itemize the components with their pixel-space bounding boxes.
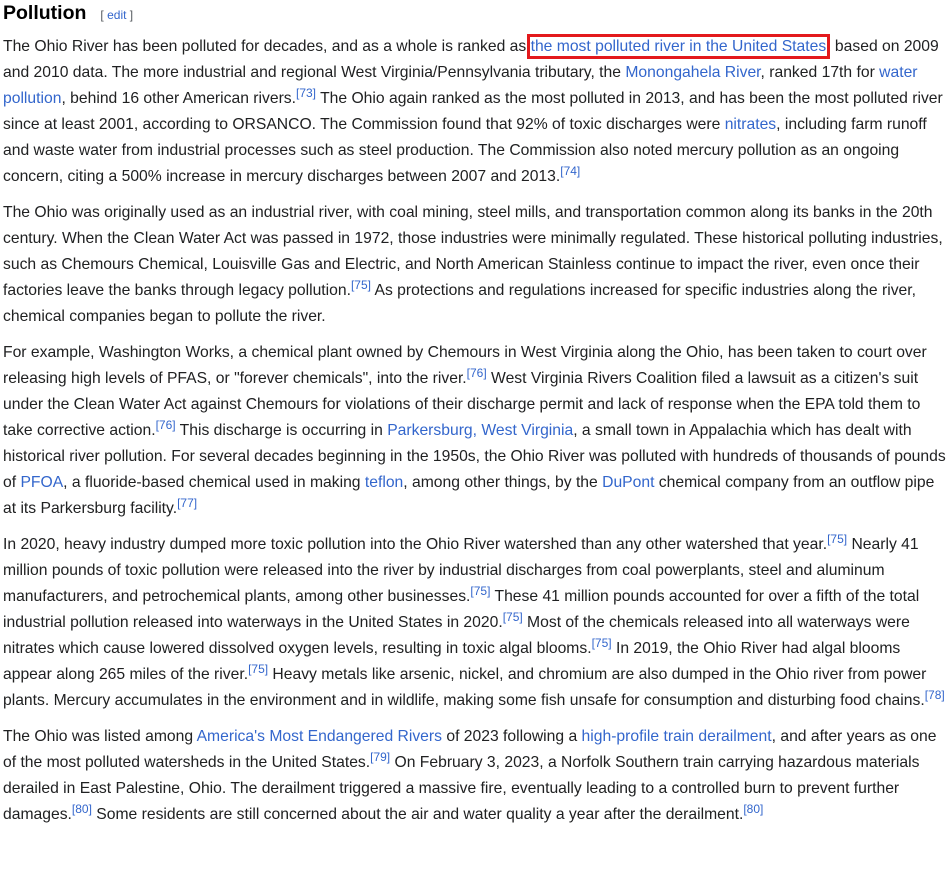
- citation-ref: [75]: [351, 278, 371, 292]
- citation-link[interactable]: [75]: [470, 584, 490, 598]
- citation-link[interactable]: [80]: [72, 802, 92, 816]
- citation-ref: [76]: [467, 366, 487, 380]
- paragraph-text: In 2020, heavy industry dumped more toxi…: [3, 536, 828, 553]
- paragraph-text: Some residents are still concerned about…: [91, 806, 744, 823]
- citation-ref: [75]: [248, 662, 268, 676]
- citation-ref: [75]: [470, 584, 490, 598]
- citation-link[interactable]: [75]: [592, 636, 612, 650]
- citation-ref: [77]: [177, 496, 197, 510]
- section-header: Pollution [ edit ]: [3, 0, 951, 28]
- paragraph-2: The Ohio was originally used as an indus…: [3, 200, 948, 330]
- paragraph-1: The Ohio River has been polluted for dec…: [3, 34, 948, 190]
- citation-link[interactable]: [80]: [743, 802, 763, 816]
- citation-ref: [79]: [370, 750, 390, 764]
- link-most-polluted-river[interactable]: the most polluted river in the United St…: [526, 34, 831, 59]
- paragraph-text: This discharge is occurring in: [175, 422, 388, 439]
- edit-section-link-wrapper: [ edit ]: [100, 8, 133, 22]
- paragraph-text: The Ohio was listed among: [3, 728, 197, 745]
- citation-link[interactable]: [75]: [248, 662, 268, 676]
- citation-link[interactable]: [75]: [351, 278, 371, 292]
- link-dupont[interactable]: DuPont: [602, 474, 654, 491]
- article-section: Pollution [ edit ] The Ohio River has be…: [0, 0, 951, 883]
- citation-ref: [73]: [296, 86, 316, 100]
- citation-link[interactable]: [77]: [177, 496, 197, 510]
- paragraph-text: , a fluoride-based chemical used in maki…: [63, 474, 365, 491]
- paragraph-text: , ranked 17th for: [760, 64, 880, 81]
- paragraph-text: , behind 16 other American rivers.: [61, 90, 296, 107]
- citation-link[interactable]: [76]: [156, 418, 176, 432]
- citation-link[interactable]: [73]: [296, 86, 316, 100]
- citation-link[interactable]: [75]: [827, 532, 847, 546]
- citation-ref: [75]: [592, 636, 612, 650]
- link-nitrates[interactable]: nitrates: [725, 116, 776, 133]
- paragraph-3: For example, Washington Works, a chemica…: [3, 340, 948, 522]
- citation-ref: [74]: [560, 164, 580, 178]
- link-most-endangered-rivers[interactable]: America's Most Endangered Rivers: [197, 728, 442, 745]
- citation-ref: [80]: [743, 802, 763, 816]
- citation-ref: [80]: [72, 802, 92, 816]
- section-body: The Ohio River has been polluted for dec…: [3, 34, 951, 828]
- edit-bracket-close: ]: [129, 8, 134, 22]
- citation-link[interactable]: [79]: [370, 750, 390, 764]
- paragraph-4: In 2020, heavy industry dumped more toxi…: [3, 532, 948, 714]
- link-teflon[interactable]: teflon: [365, 474, 403, 491]
- paragraph-text: The Ohio River has been polluted for dec…: [3, 38, 531, 55]
- section-title: Pollution: [3, 2, 87, 24]
- paragraph-5: The Ohio was listed among America's Most…: [3, 724, 948, 828]
- citation-ref: [75]: [827, 532, 847, 546]
- citation-ref: [76]: [156, 418, 176, 432]
- citation-link[interactable]: [78]: [925, 688, 945, 702]
- link-parkersburg[interactable]: Parkersburg, West Virginia: [387, 422, 573, 439]
- edit-bracket-open: [: [100, 8, 104, 22]
- citation-link[interactable]: [74]: [560, 164, 580, 178]
- citation-link[interactable]: [75]: [503, 610, 523, 624]
- paragraph-text: , among other things, by the: [403, 474, 603, 491]
- edit-section-link[interactable]: edit: [107, 8, 126, 22]
- link-monongahela-river[interactable]: Monongahela River: [625, 64, 760, 81]
- link-train-derailment[interactable]: high-profile train derailment: [582, 728, 772, 745]
- link-pfoa[interactable]: PFOA: [20, 474, 63, 491]
- citation-ref: [78]: [925, 688, 945, 702]
- paragraph-text: of 2023 following a: [441, 728, 582, 745]
- citation-link[interactable]: [76]: [467, 366, 487, 380]
- citation-ref: [75]: [503, 610, 523, 624]
